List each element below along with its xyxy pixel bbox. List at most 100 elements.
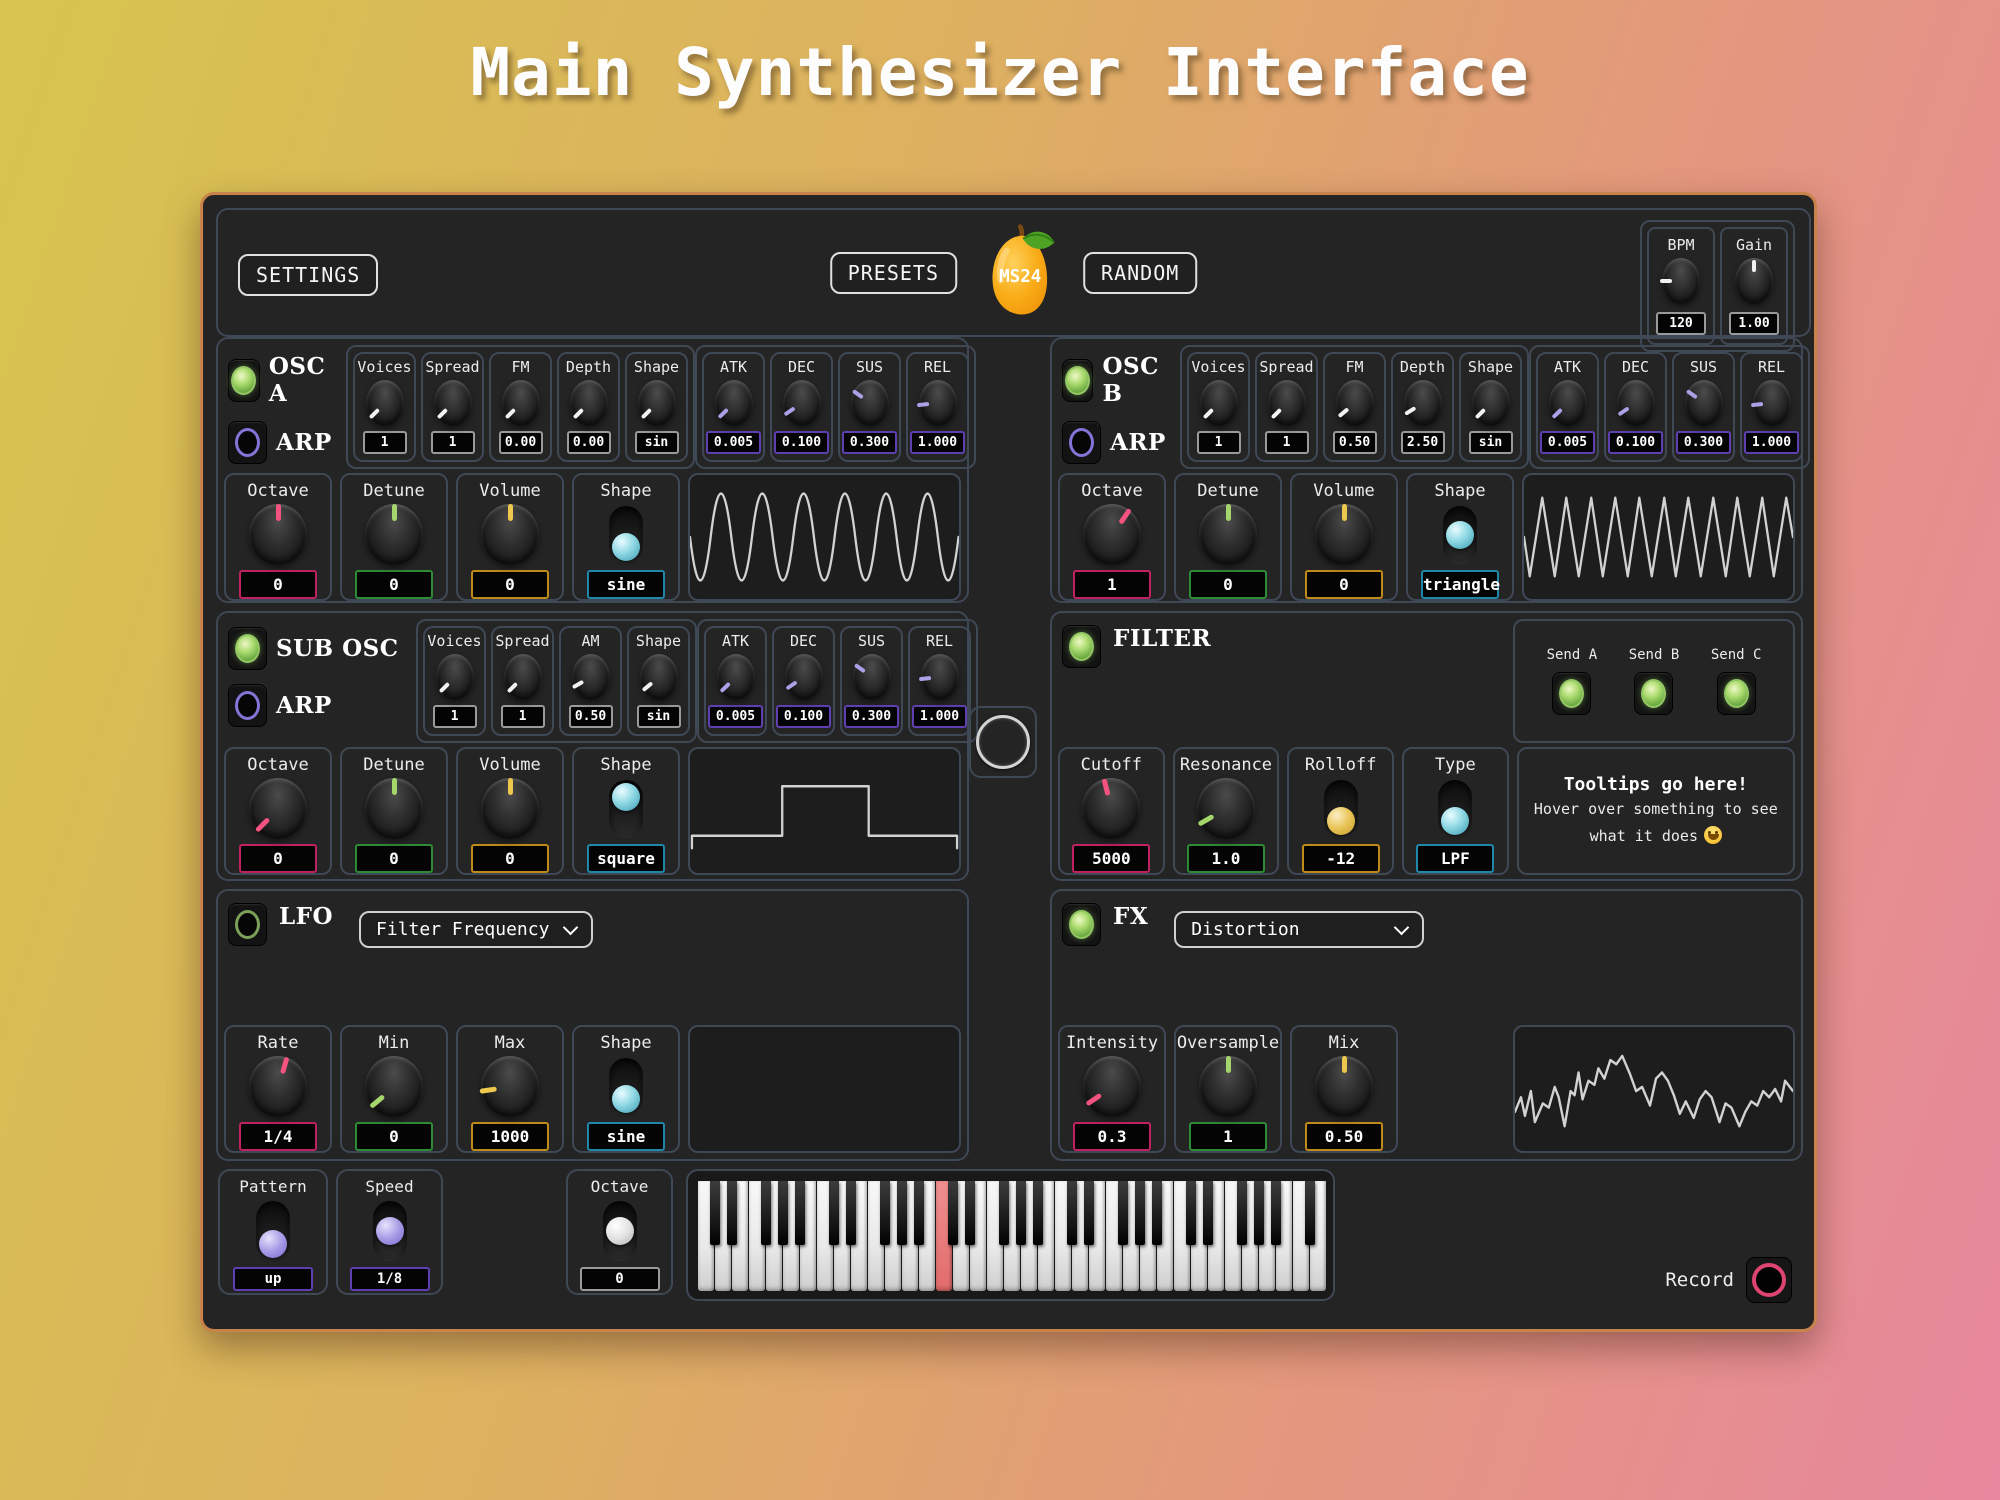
osc-a-enable-led[interactable] [228, 359, 260, 402]
osc-a-depth[interactable]: Depth0.00 [557, 352, 620, 462]
sub-octave[interactable]: Octave0 [224, 747, 332, 875]
piano-black-key[interactable] [1203, 1181, 1213, 1245]
piano-black-key[interactable] [914, 1181, 924, 1245]
osc-b-voices[interactable]: Voices1 [1187, 352, 1250, 462]
sub-spread[interactable]: Spread1 [491, 626, 554, 736]
min-knob[interactable] [365, 1056, 423, 1117]
release-knob[interactable] [1753, 380, 1791, 426]
arp-pattern-cell[interactable]: Pattern up [218, 1169, 328, 1295]
depth-knob[interactable] [1404, 380, 1442, 426]
spread-knob[interactable] [504, 654, 542, 700]
send-a-led[interactable] [1552, 672, 1591, 715]
resonance-knob[interactable] [1197, 778, 1255, 839]
octave-knob[interactable] [1083, 504, 1141, 565]
piano-black-key[interactable] [846, 1181, 856, 1245]
detune-knob[interactable] [365, 778, 423, 839]
osc-a-mod-shape[interactable]: Shapesin [625, 352, 688, 462]
fm-knob[interactable] [502, 380, 540, 426]
sustain-knob[interactable] [851, 380, 889, 426]
piano-black-key[interactable] [829, 1181, 839, 1245]
osc-a-arp-led[interactable] [228, 421, 267, 464]
piano-black-key[interactable] [1067, 1181, 1077, 1245]
sub-shape[interactable]: Shapesquare [572, 747, 680, 875]
osc-b-release[interactable]: REL1.000 [1740, 352, 1803, 462]
rate-knob[interactable] [249, 1056, 307, 1117]
osc-b-shape[interactable]: Shapetriangle [1406, 473, 1514, 601]
voices-knob[interactable] [366, 380, 404, 426]
spread-knob[interactable] [1268, 380, 1306, 426]
gain-control[interactable]: Gain 1.00 [1720, 227, 1788, 345]
voices-knob[interactable] [1200, 380, 1238, 426]
am-knob[interactable] [572, 654, 610, 700]
detune-knob[interactable] [1199, 504, 1257, 565]
shape-knob[interactable] [640, 654, 678, 700]
sub-decay[interactable]: DEC0.100 [772, 626, 835, 736]
osc-a-shape[interactable]: Shapesine [572, 473, 680, 601]
lfo-rate[interactable]: Rate1/4 [224, 1025, 332, 1153]
osc-a-spread[interactable]: Spread1 [421, 352, 484, 462]
volume-knob[interactable] [1315, 504, 1373, 565]
octave-knob[interactable] [249, 504, 307, 565]
osc-b-enable-led[interactable] [1062, 359, 1093, 402]
presets-button[interactable]: PRESETS [830, 252, 957, 294]
shape-knob[interactable] [1472, 380, 1510, 426]
release-knob[interactable] [919, 380, 957, 426]
piano-black-key[interactable] [1118, 1181, 1128, 1245]
sub-detune[interactable]: Detune0 [340, 747, 448, 875]
piano-black-key[interactable] [1271, 1181, 1281, 1245]
piano-black-key[interactable] [761, 1181, 771, 1245]
osc-b-mod-shape[interactable]: Shapesin [1459, 352, 1522, 462]
sub-volume[interactable]: Volume0 [456, 747, 564, 875]
sub-sustain[interactable]: SUS0.300 [840, 626, 903, 736]
piano-black-key[interactable] [897, 1181, 907, 1245]
piano-black-key[interactable] [1186, 1181, 1196, 1245]
shape-toggle[interactable] [609, 1058, 643, 1116]
attack-knob[interactable] [717, 654, 755, 700]
piano-black-key[interactable] [1033, 1181, 1043, 1245]
piano-black-key[interactable] [727, 1181, 737, 1245]
shape-toggle[interactable] [609, 780, 643, 838]
filter-type[interactable]: TypeLPF [1402, 747, 1509, 875]
volume-knob[interactable] [481, 504, 539, 565]
max-knob[interactable] [481, 1056, 539, 1117]
piano-black-key[interactable] [1084, 1181, 1094, 1245]
piano-black-key[interactable] [778, 1181, 788, 1245]
attack-knob[interactable] [1549, 380, 1587, 426]
arp-speed-cell[interactable]: Speed 1/8 [336, 1169, 443, 1295]
record-button[interactable] [1746, 1257, 1792, 1303]
osc-b-octave[interactable]: Octave1 [1058, 473, 1166, 601]
osc-b-attack[interactable]: ATK0.005 [1536, 352, 1599, 462]
filter-rolloff[interactable]: Rolloff-12 [1287, 747, 1394, 875]
sub-attack[interactable]: ATK0.005 [704, 626, 767, 736]
lfo-min[interactable]: Min0 [340, 1025, 448, 1153]
osc-b-arp-led[interactable] [1062, 421, 1101, 464]
fx-intensity[interactable]: Intensity0.3 [1058, 1025, 1166, 1153]
gain-knob[interactable] [1735, 258, 1773, 304]
piano-black-key[interactable] [965, 1181, 975, 1245]
shape-knob[interactable] [638, 380, 676, 426]
piano-black-key[interactable] [1135, 1181, 1145, 1245]
filter-resonance[interactable]: Resonance1.0 [1173, 747, 1280, 875]
lfo-enable-led[interactable] [228, 903, 267, 946]
cutoff-knob[interactable] [1082, 778, 1140, 839]
attack-knob[interactable] [715, 380, 753, 426]
octave-knob[interactable] [249, 778, 307, 839]
piano-black-key[interactable] [1152, 1181, 1162, 1245]
oversample-knob[interactable] [1199, 1056, 1257, 1117]
spread-knob[interactable] [434, 380, 472, 426]
send-b-led[interactable] [1634, 672, 1673, 715]
sub-voices[interactable]: Voices1 [423, 626, 486, 736]
sub-osc-enable-led[interactable] [228, 627, 267, 670]
sustain-knob[interactable] [1685, 380, 1723, 426]
shape-toggle[interactable] [1443, 506, 1477, 564]
bpm-knob[interactable] [1662, 258, 1700, 304]
fm-knob[interactable] [1336, 380, 1374, 426]
fx-type-dropdown[interactable]: Distortion [1174, 911, 1424, 948]
decay-knob[interactable] [783, 380, 821, 426]
sub-mod-shape[interactable]: Shapesin [627, 626, 690, 736]
osc-b-depth[interactable]: Depth2.50 [1391, 352, 1454, 462]
octave-toggle[interactable] [603, 1201, 637, 1261]
bpm-control[interactable]: BPM 120 [1647, 227, 1715, 345]
osc-b-decay[interactable]: DEC0.100 [1604, 352, 1667, 462]
rolloff-toggle[interactable] [1324, 780, 1358, 838]
